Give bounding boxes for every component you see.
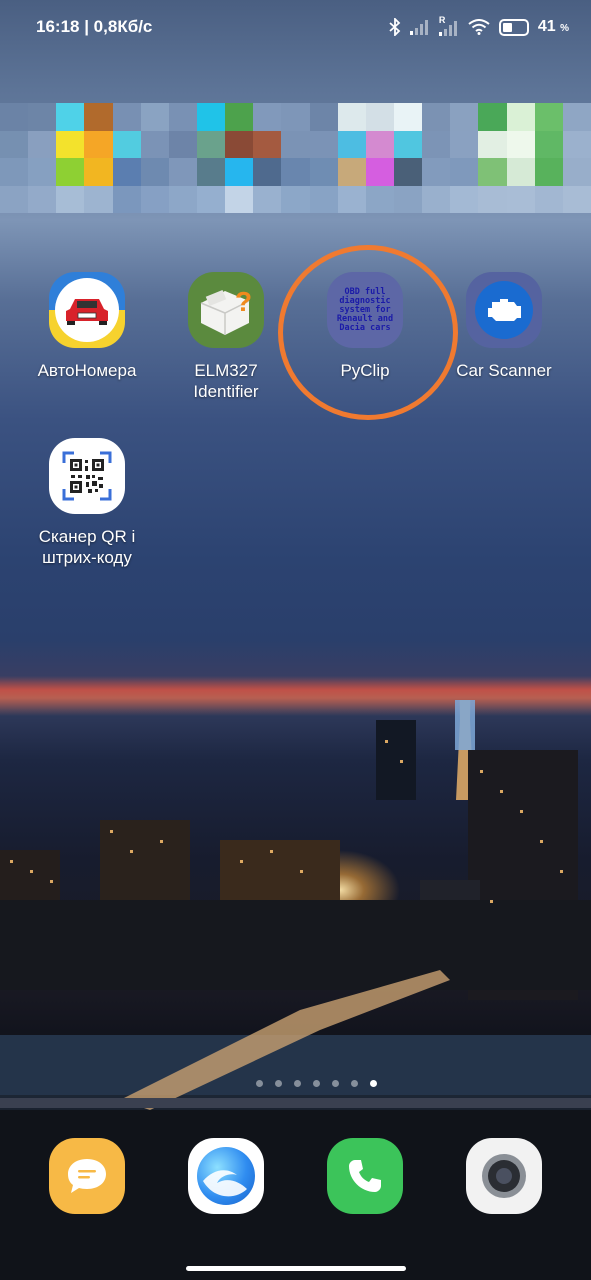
qr-glyph <box>62 451 112 501</box>
page-dot[interactable] <box>332 1080 339 1087</box>
app-avtonomera[interactable]: АвтоНомера <box>22 272 152 381</box>
page-dot[interactable] <box>313 1080 320 1087</box>
page-dot-active[interactable] <box>370 1080 377 1087</box>
battery-fill <box>502 22 512 32</box>
battery-percent-unit: % <box>560 23 569 34</box>
app-qr-scanner[interactable]: Сканер QR і штрих-коду <box>22 438 152 568</box>
page-dot[interactable] <box>351 1080 358 1087</box>
chat-bubble-glyph <box>68 1159 106 1193</box>
battery-percent: 41 % <box>538 18 569 36</box>
red-car-glyph <box>66 299 108 325</box>
app-label: Сканер QR і штрих-коду <box>38 527 136 567</box>
car-plate-icon <box>49 272 125 348</box>
page-dot[interactable] <box>294 1080 301 1087</box>
pixelated-widget[interactable] <box>0 103 591 213</box>
highlight-ring <box>278 245 458 420</box>
wifi-icon <box>468 19 490 35</box>
obd-adapter-icon: ? <box>188 272 264 348</box>
status-bar: 16:18 | 0,8Кб/с R 41 % <box>0 0 591 54</box>
home-indicator[interactable] <box>186 1266 406 1271</box>
engine-glyph <box>488 299 521 321</box>
signal-icon <box>409 20 428 35</box>
page-indicator[interactable] <box>0 1080 591 1087</box>
roaming-signal: R <box>438 15 459 36</box>
messages-icon[interactable] <box>49 1138 125 1214</box>
app-elm327-identifier[interactable]: ? ELM327 Identifier <box>161 272 291 402</box>
phone-handset-glyph <box>349 1160 381 1192</box>
status-icons: R 41 % <box>389 15 569 36</box>
app-label: ELM327 Identifier <box>193 361 259 401</box>
battery-percent-value: 41 <box>537 18 556 35</box>
qr-scanner-icon <box>49 438 125 514</box>
battery-icon <box>498 18 529 36</box>
camera-icon[interactable] <box>466 1138 542 1214</box>
obd-adapter-glyph: ? <box>200 286 252 335</box>
status-time-speed: 16:18 | 0,8Кб/с <box>36 17 153 36</box>
wave-glyph <box>203 1170 247 1197</box>
signal-roaming-icon <box>438 21 457 36</box>
svg-text:?: ? <box>235 286 252 317</box>
browser-icon[interactable] <box>188 1138 264 1214</box>
bluetooth-icon <box>389 18 401 36</box>
app-label: АвтоНомера <box>37 361 137 380</box>
app-label: Car Scanner <box>456 361 552 380</box>
phone-icon[interactable] <box>327 1138 403 1214</box>
page-dot[interactable] <box>256 1080 263 1087</box>
engine-check-icon <box>466 272 542 348</box>
page-dot[interactable] <box>275 1080 282 1087</box>
app-car-scanner[interactable]: Car Scanner <box>439 272 569 381</box>
